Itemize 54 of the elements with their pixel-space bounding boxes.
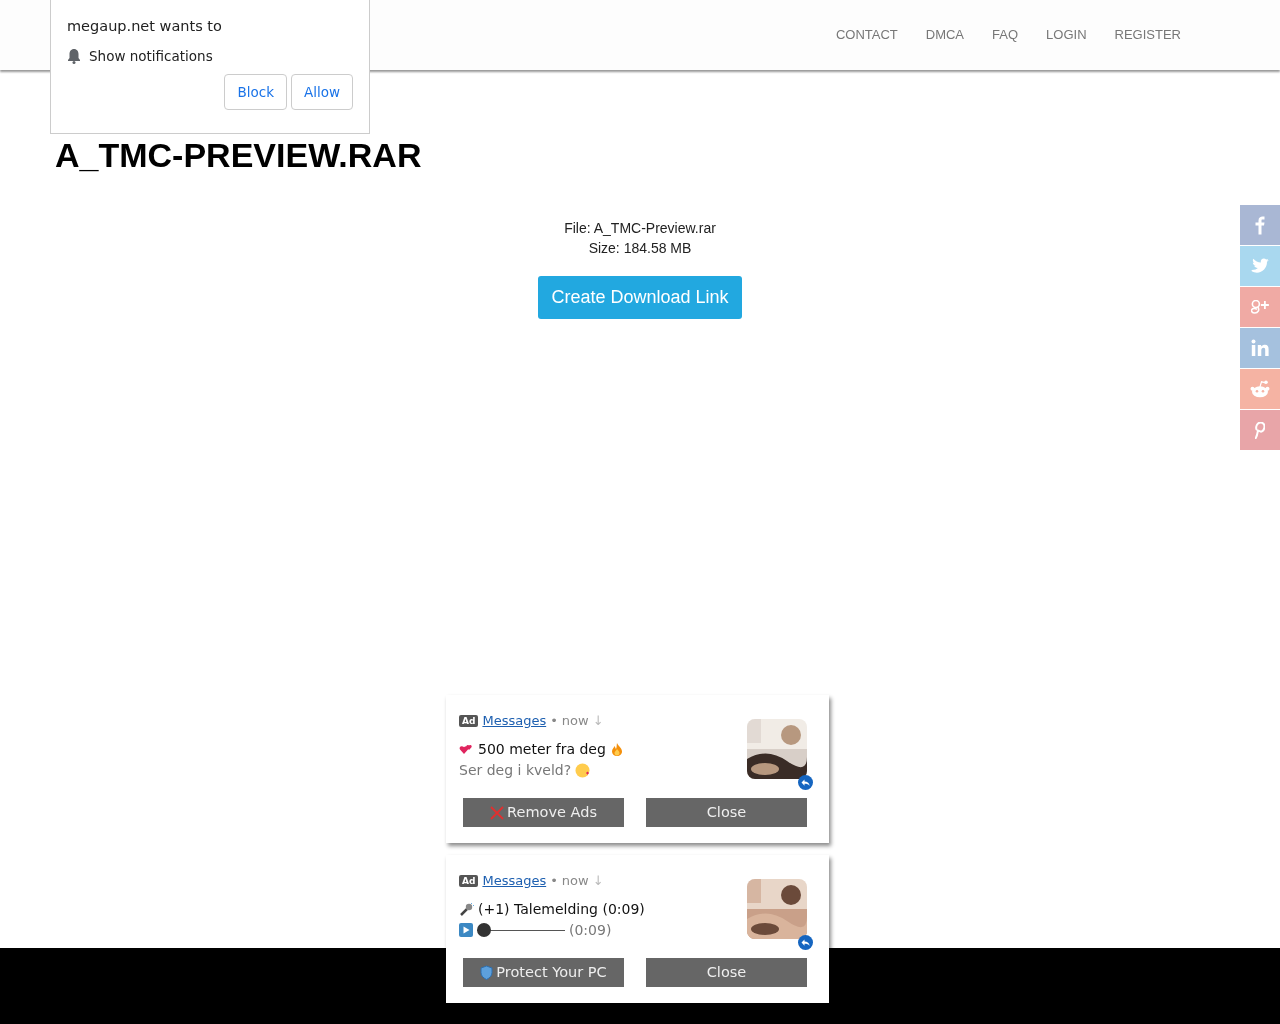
share-button[interactable] — [1240, 369, 1280, 409]
nav-link[interactable]: DMCA — [911, 25, 979, 45]
separator-dot: • — [550, 872, 558, 890]
emoji-icon — [575, 762, 591, 778]
nav-link[interactable]: LOGIN — [1032, 25, 1101, 45]
file-size: Size: 184.58 MB — [587, 239, 693, 258]
reddit-icon — [1250, 380, 1270, 398]
microphone-icon — [459, 902, 474, 916]
ad-label: Ad — [459, 874, 479, 887]
download-button[interactable]: Create Download Link — [538, 276, 742, 319]
share-button[interactable] — [1240, 246, 1280, 286]
ad-headline: 500 meter fra deg — [478, 739, 606, 759]
linkedin-icon — [1250, 339, 1270, 357]
permission-label: Show notifications — [89, 46, 213, 66]
popup-button[interactable]: Allow — [290, 74, 353, 111]
google-plus-icon — [1250, 300, 1270, 314]
bell-icon — [67, 47, 81, 64]
ad-button[interactable]: Protect Your PC — [463, 958, 624, 987]
separator-dot: • — [550, 712, 558, 730]
reply-icon — [798, 934, 813, 950]
share-button[interactable] — [1240, 410, 1280, 450]
share-button[interactable] — [1240, 287, 1280, 327]
ad-button[interactable]: Close — [646, 958, 807, 987]
arrow-glyph: ↓ — [592, 712, 604, 730]
source-link[interactable]: Messages — [482, 871, 547, 891]
ad-button[interactable]: Close — [646, 798, 807, 827]
cross-icon — [490, 805, 505, 820]
audio-duration: (0:09) — [569, 920, 612, 940]
twitter-icon — [1250, 258, 1270, 274]
nav-link[interactable]: FAQ — [978, 25, 1033, 45]
page-title: A_TMC-PREVIEW.RAR — [55, 136, 422, 174]
shield-icon — [480, 965, 494, 980]
ad-label: Ad — [459, 714, 479, 727]
arrow-glyph: ↓ — [592, 872, 604, 890]
source-link[interactable]: Messages — [482, 711, 547, 731]
share-button[interactable] — [1240, 328, 1280, 368]
play-icon[interactable] — [459, 923, 473, 937]
timestamp: now — [561, 712, 589, 730]
slider-thumb[interactable] — [477, 923, 491, 937]
fire-icon — [609, 742, 624, 756]
ad-button[interactable]: Remove Ads — [463, 798, 624, 827]
popup-title: megaup.net wants to — [67, 17, 223, 36]
facebook-icon — [1255, 215, 1265, 235]
nav-link[interactable]: REGISTER — [1100, 25, 1195, 45]
ad-headline: (+1) Talemelding (0:09) — [478, 899, 645, 919]
reply-icon — [798, 774, 813, 790]
nav-link[interactable]: CONTACT — [821, 25, 912, 45]
popup-button[interactable]: Block — [224, 74, 287, 111]
timestamp: now — [561, 872, 589, 890]
share-button[interactable] — [1240, 205, 1280, 245]
pinterest-icon — [1255, 421, 1265, 439]
ad-subline: Ser deg i kveld? — [459, 760, 572, 780]
file-name: File: A_TMC-Preview.rar — [564, 219, 716, 238]
hearts-icon — [459, 743, 474, 755]
